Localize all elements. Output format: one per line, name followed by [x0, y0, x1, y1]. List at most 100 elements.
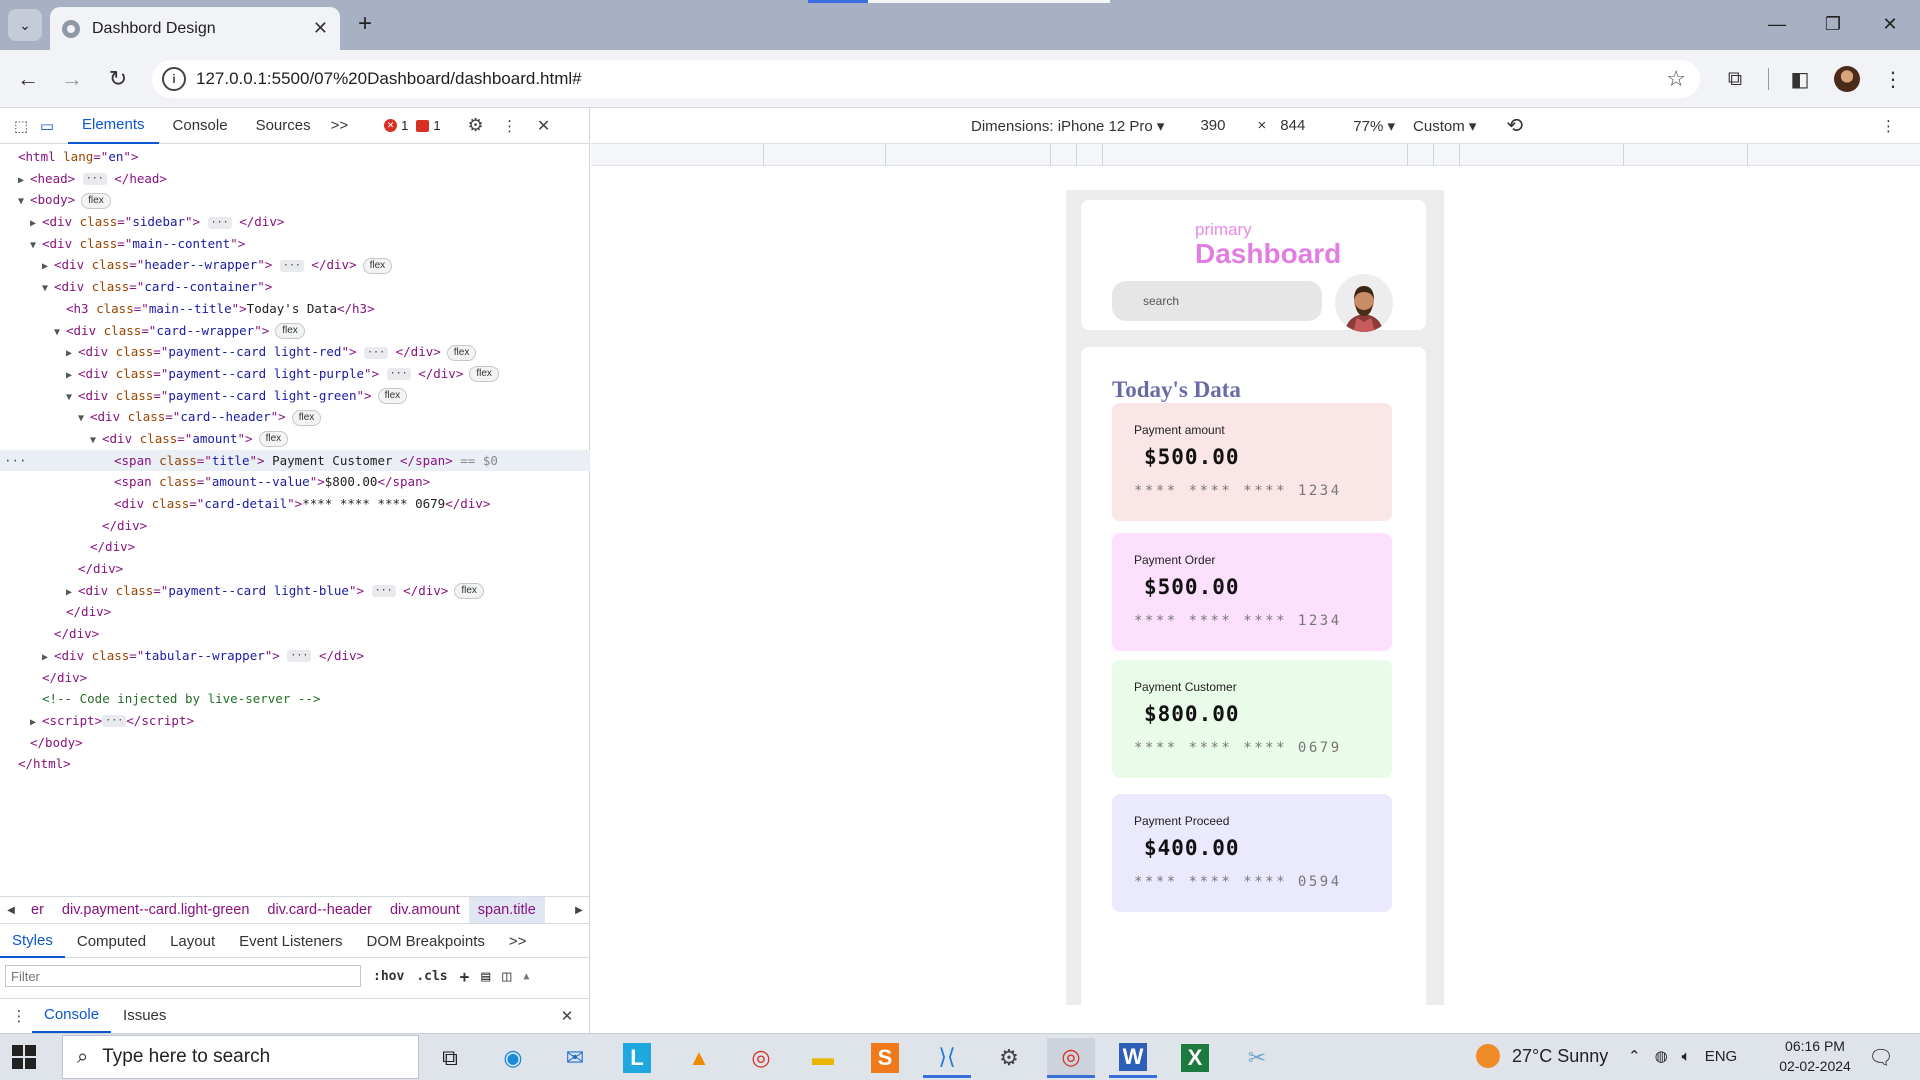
- dom-node-markup[interactable]: <div class="payment--card light-purple">…: [78, 366, 463, 381]
- flex-badge[interactable]: flex: [446, 344, 477, 361]
- settings-gear-icon[interactable]: ⚙: [463, 113, 489, 139]
- vlc-icon[interactable]: ▲: [675, 1038, 723, 1078]
- dom-node-markup[interactable]: <span class="title"> Payment Customer </…: [114, 453, 498, 468]
- weather-widget[interactable]: 27°C Sunny: [1476, 1036, 1608, 1076]
- dom-node-line[interactable]: </div>: [0, 623, 590, 645]
- payment-card[interactable]: Payment Customer $800.00 **** **** **** 06…: [1112, 660, 1392, 778]
- expand-triangle-icon[interactable]: ▶: [42, 647, 54, 669]
- collapse-triangle-icon[interactable]: ▼: [90, 430, 102, 452]
- breadcrumb-item[interactable]: div.payment--card.light-green: [53, 897, 259, 923]
- issue-count-badge[interactable]: 1: [416, 118, 441, 133]
- excel-icon[interactable]: X: [1181, 1044, 1209, 1072]
- flex-badge[interactable]: flex: [377, 388, 408, 405]
- dom-node-markup[interactable]: </div>: [66, 604, 111, 619]
- collapse-triangle-icon[interactable]: ▼: [66, 387, 78, 409]
- inspect-element-icon[interactable]: ⬚: [8, 113, 34, 139]
- window-close-button[interactable]: ✕: [1868, 8, 1912, 40]
- collapse-triangle-icon[interactable]: ▼: [42, 278, 54, 300]
- search-input[interactable]: search: [1112, 281, 1322, 321]
- media-query-ruler[interactable]: [591, 144, 1920, 166]
- windows-start-icon[interactable]: [12, 1045, 36, 1069]
- dom-node-line[interactable]: ▶ <div class="header--wrapper"> ··· </div…: [0, 254, 590, 276]
- dom-node-markup[interactable]: <head> ··· </head>: [30, 171, 167, 186]
- browser-tab-active[interactable]: Dashbord Design ✕: [50, 7, 340, 50]
- edge-icon[interactable]: ◉: [489, 1038, 537, 1078]
- error-count-badge[interactable]: ✕ 1: [384, 118, 408, 133]
- dom-node-markup[interactable]: <div class="payment--card light-green">: [78, 388, 372, 403]
- more-tabs-button[interactable]: >>: [325, 108, 355, 144]
- hover-state-toggle[interactable]: :hov: [373, 969, 404, 984]
- flex-badge[interactable]: flex: [469, 366, 499, 383]
- dom-node-markup[interactable]: <html lang="en">: [18, 149, 138, 164]
- tab-styles[interactable]: Styles: [0, 926, 65, 958]
- settings-icon[interactable]: ⚙: [985, 1038, 1033, 1078]
- dom-node-markup[interactable]: <div class="amount">: [102, 431, 253, 446]
- browser-menu-icon[interactable]: ⋮: [1876, 62, 1910, 96]
- collapse-triangle-icon[interactable]: ▼: [30, 235, 42, 257]
- close-drawer-icon[interactable]: ✕: [554, 1003, 580, 1029]
- back-button[interactable]: ←: [10, 62, 46, 96]
- dom-node-line[interactable]: </div>: [0, 515, 590, 537]
- expand-triangle-icon[interactable]: ▶: [18, 170, 30, 192]
- tab-layout[interactable]: Layout: [158, 926, 227, 958]
- dom-node-markup[interactable]: <div class="card--container">: [54, 279, 272, 294]
- tab-search-button[interactable]: ⌄: [8, 9, 42, 41]
- payment-card[interactable]: Payment Order $500.00 **** **** **** 1234: [1112, 533, 1392, 651]
- dom-node-markup[interactable]: <div class="card--wrapper">: [66, 323, 269, 338]
- tab-drawer-console[interactable]: Console: [32, 999, 112, 1033]
- expand-triangle-icon[interactable]: ▶: [42, 256, 54, 278]
- chrome-icon[interactable]: ◎: [737, 1038, 785, 1078]
- device-dimensions-select[interactable]: Dimensions: iPhone 12 Pro ▾: [971, 117, 1164, 135]
- dom-node-line[interactable]: <h3 class="main--title">Today's Data</h3…: [0, 298, 590, 320]
- dom-node-markup[interactable]: <div class="tabular--wrapper"> ··· </div…: [54, 648, 364, 663]
- dom-node-markup[interactable]: <body>: [30, 192, 75, 207]
- dom-node-markup[interactable]: <span class="amount--value">$800.00</spa…: [114, 474, 430, 489]
- dom-node-line[interactable]: </div>: [0, 667, 590, 689]
- volume-icon[interactable]: 🔈︎: [1682, 1048, 1691, 1065]
- dom-node-markup[interactable]: <!-- Code injected by live-server -->: [42, 691, 320, 706]
- flex-badge[interactable]: flex: [454, 583, 484, 600]
- dom-node-markup[interactable]: </div>: [78, 561, 123, 576]
- profile-avatar[interactable]: [1834, 66, 1860, 92]
- collapse-triangle-icon[interactable]: ▼: [54, 322, 66, 344]
- reload-button[interactable]: ↻: [100, 62, 136, 96]
- forward-button[interactable]: →: [54, 62, 90, 96]
- flex-badge[interactable]: flex: [275, 323, 305, 339]
- dom-node-markup[interactable]: </div>: [90, 539, 135, 554]
- dom-node-markup[interactable]: <script> ··· </script>: [42, 713, 194, 728]
- dom-node-line[interactable]: </body>: [0, 732, 590, 754]
- chevron-up-icon[interactable]: ⌃: [1628, 1047, 1641, 1065]
- site-info-icon[interactable]: i: [162, 67, 186, 91]
- scroll-left-icon[interactable]: ◀: [0, 897, 22, 923]
- dom-node-line[interactable]: <span class="amount--value">$800.00</spa…: [0, 471, 590, 493]
- dom-node-line[interactable]: ▶ <div class="tabular--wrapper"> ··· </di…: [0, 645, 590, 667]
- side-panel-icon[interactable]: ◧: [1783, 62, 1817, 96]
- dom-node-line[interactable]: ▼ <div class="card--wrapper"> flex: [0, 320, 590, 342]
- dom-node-line[interactable]: <!-- Code injected by live-server -->: [0, 688, 590, 710]
- tab-event-listeners[interactable]: Event Listeners: [227, 926, 354, 958]
- tab-elements[interactable]: Elements: [68, 108, 159, 144]
- word-icon[interactable]: W: [1119, 1042, 1147, 1071]
- scroll-icon[interactable]: ▲: [523, 971, 529, 982]
- dom-node-line[interactable]: ▼ <div class="payment--card light-green">…: [0, 385, 590, 407]
- avatar[interactable]: [1335, 274, 1393, 332]
- dom-node-markup[interactable]: <div class="main--content">: [42, 236, 245, 251]
- payment-card[interactable]: Payment amount $500.00 **** **** **** 1234: [1112, 403, 1392, 521]
- dom-node-line[interactable]: ▶ <script> ··· </script>: [0, 710, 590, 732]
- dom-node-markup[interactable]: </div>: [42, 670, 87, 685]
- close-devtools-icon[interactable]: ✕: [531, 113, 557, 139]
- rotate-icon[interactable]: ⟲: [1506, 113, 1523, 138]
- device-width-input[interactable]: 390: [1200, 117, 1225, 134]
- dom-tree[interactable]: <html lang="en"> ▶ <head> ··· </head> ▼ <bod…: [0, 146, 590, 890]
- network-icon[interactable]: ◍: [1655, 1047, 1668, 1065]
- dom-node-line[interactable]: </div>: [0, 558, 590, 580]
- scroll-right-icon[interactable]: ▶: [568, 897, 590, 923]
- expand-triangle-icon[interactable]: ▶: [30, 712, 42, 734]
- language-indicator[interactable]: ENG: [1705, 1048, 1738, 1065]
- dom-node-line[interactable]: </div>: [0, 536, 590, 558]
- styles-filter-input[interactable]: [5, 965, 361, 987]
- restore-button[interactable]: ❐: [1811, 8, 1855, 40]
- dom-node-line[interactable]: </div>: [0, 601, 590, 623]
- payment-card[interactable]: Payment Proceed $400.00 **** **** **** 059…: [1112, 794, 1392, 912]
- tab-sources[interactable]: Sources: [242, 108, 325, 144]
